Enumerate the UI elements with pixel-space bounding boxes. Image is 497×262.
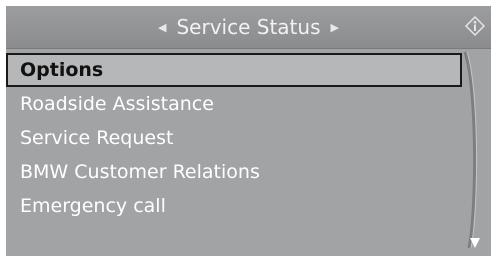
menu-item-bmw-customer-relations[interactable]: BMW Customer Relations <box>6 155 466 189</box>
title-area: ◀ Service Status ▶ <box>6 6 491 48</box>
menu-item-service-request[interactable]: Service Request <box>6 121 466 155</box>
page-title: Service Status <box>176 15 321 39</box>
menu-item-emergency-call[interactable]: Emergency call <box>6 189 466 223</box>
previous-screen-arrow-icon[interactable]: ◀ <box>158 21 166 34</box>
idrive-display: ◀ Service Status ▶ Options Roadside Assi… <box>6 6 491 256</box>
menu-item-roadside-assistance[interactable]: Roadside Assistance <box>6 87 466 121</box>
info-icon[interactable] <box>465 16 485 36</box>
scroll-indicator[interactable] <box>459 48 491 256</box>
title-bar: ◀ Service Status ▶ <box>6 6 491 49</box>
next-screen-arrow-icon[interactable]: ▶ <box>331 21 339 34</box>
menu-item-options[interactable]: Options <box>6 53 462 87</box>
menu-list: Options Roadside Assistance Service Requ… <box>6 53 466 223</box>
